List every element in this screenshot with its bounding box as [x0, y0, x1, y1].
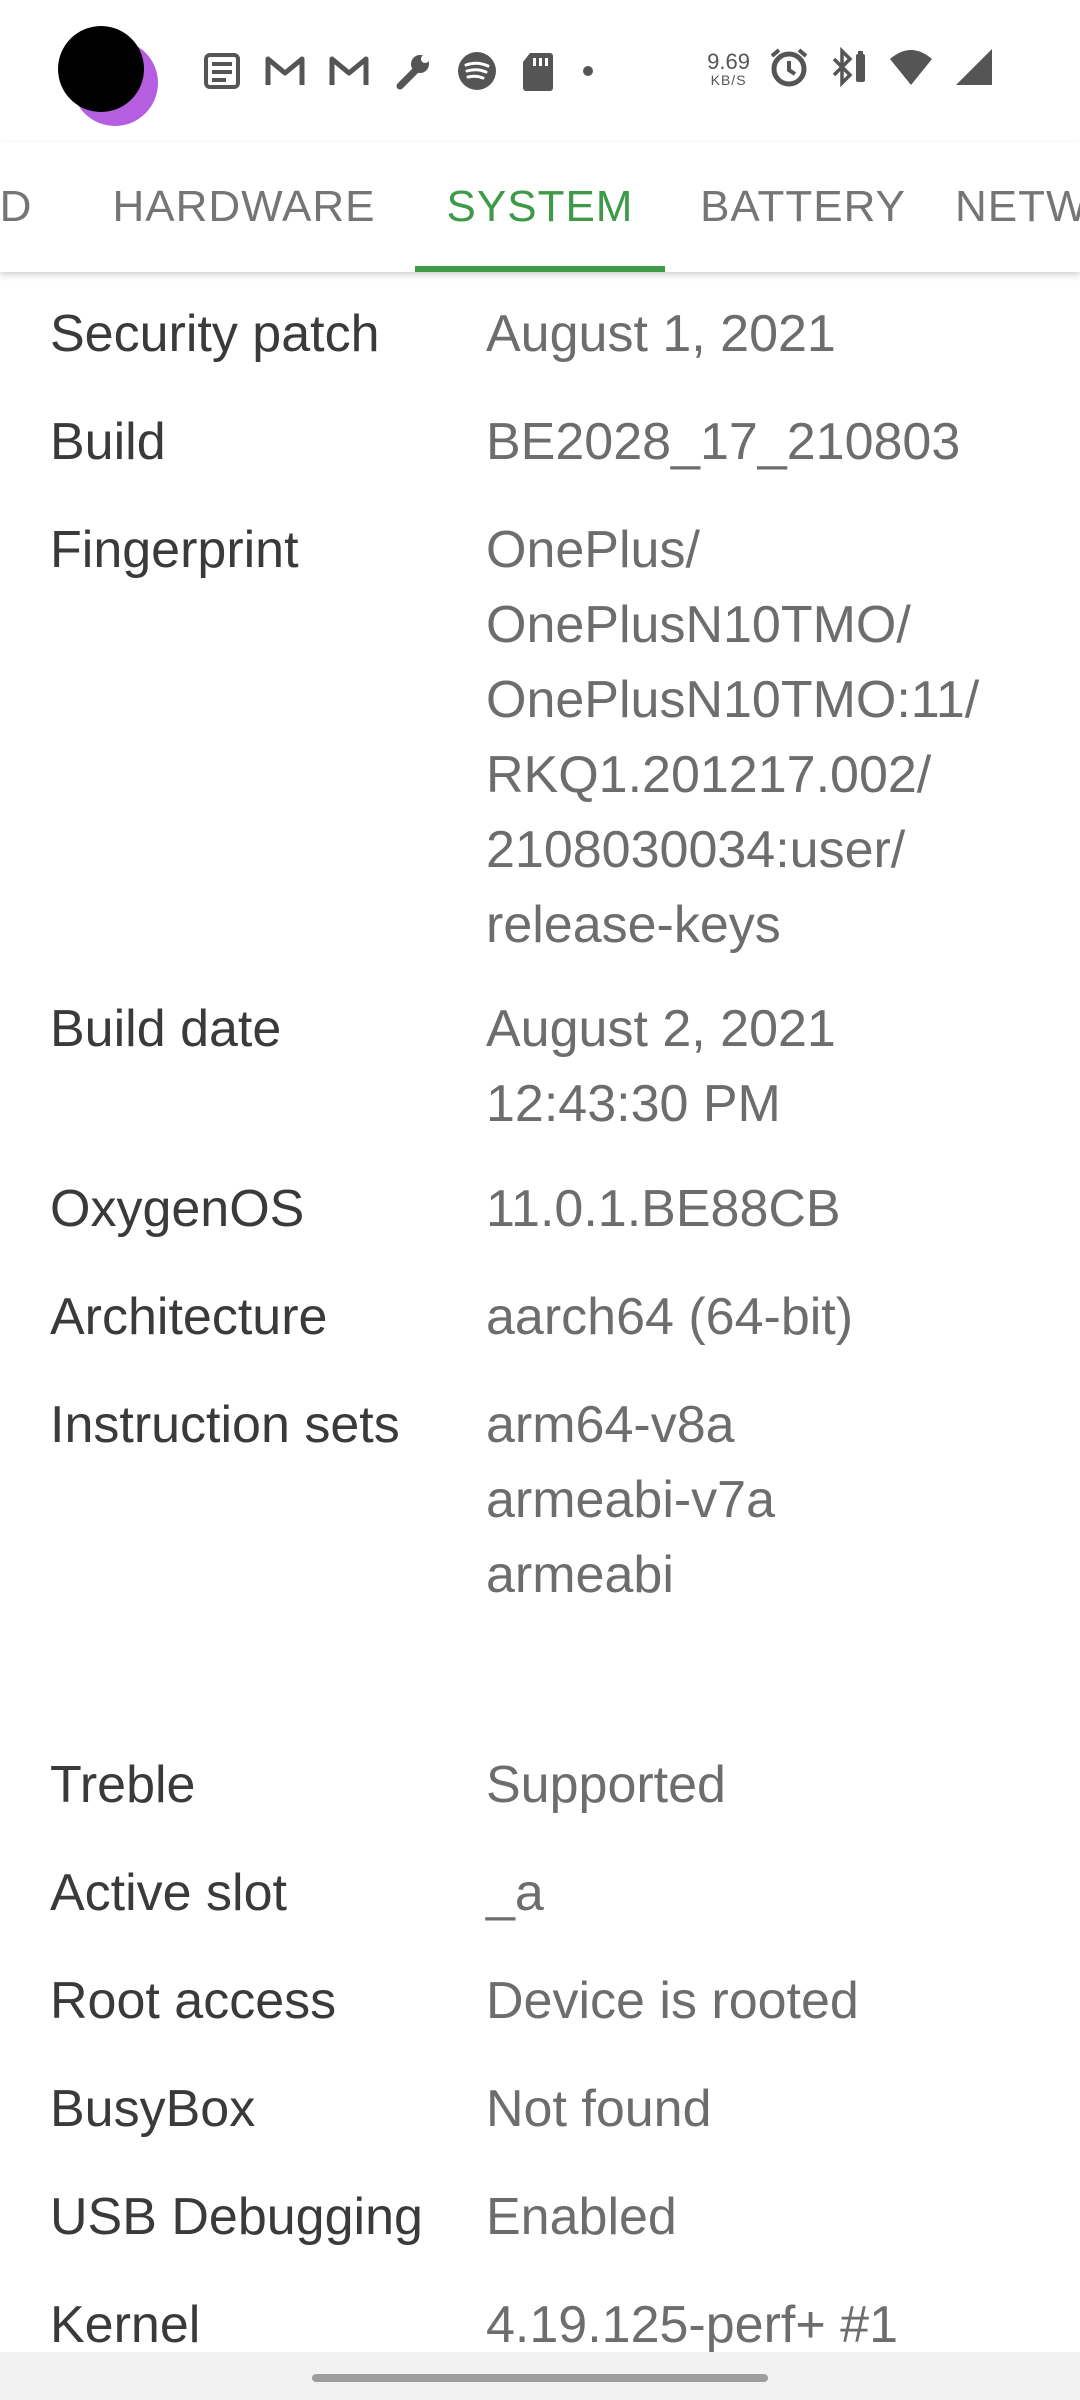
tab-bar: D HARDWARE SYSTEM BATTERY NETW: [0, 142, 1080, 272]
network-speed: 9.69 KB/S: [707, 49, 750, 88]
notification-icons: [200, 50, 598, 92]
system-status-icons: 9.69 KB/S: [707, 46, 994, 92]
status-bar: 9.69 KB/S: [0, 0, 1080, 142]
row-label: Build: [50, 413, 166, 471]
spotify-icon: [456, 50, 498, 92]
row-label: Build date: [50, 1000, 282, 1058]
gesture-handle[interactable]: [312, 2374, 768, 2382]
tab-hardware[interactable]: HARDWARE: [98, 142, 390, 272]
row-value: August 1, 2021: [486, 305, 836, 363]
row-value: OnePlus/ OnePlusN10TMO/ OnePlusN10TMO:11…: [486, 521, 980, 954]
cellular-signal-icon: [952, 47, 994, 92]
tab-system[interactable]: SYSTEM: [415, 142, 665, 272]
sd-card-icon: [520, 50, 556, 92]
row-label: Active slot: [50, 1864, 287, 1922]
row-label: USB Debugging: [50, 2188, 423, 2246]
row-value: Supported: [486, 1756, 726, 1814]
row-value: 11.0.1.BE88CB: [486, 1180, 841, 1238]
row-label: Treble: [50, 1756, 196, 1814]
wrench-icon: [392, 50, 434, 92]
tab-dashboard[interactable]: D: [0, 142, 46, 272]
network-speed-value: 9.69: [707, 49, 750, 74]
row-label: OxygenOS: [50, 1180, 305, 1238]
row-label: Instruction sets: [50, 1396, 400, 1454]
wifi-icon: [888, 47, 934, 92]
row-value: Not found: [486, 2080, 712, 2138]
system-info-list[interactable]: Security patch August 1, 2021 Build BE20…: [0, 272, 1080, 2352]
row-value: Device is rooted: [486, 1972, 859, 2030]
network-speed-unit: KB/S: [710, 72, 747, 88]
row-label: Architecture: [50, 1288, 328, 1346]
row-label: Security patch: [50, 305, 380, 363]
row-value: August 2, 2021 12:43:30 PM: [486, 1000, 836, 1133]
navigation-bar: [0, 2352, 1080, 2400]
tab-network[interactable]: NETW: [955, 142, 1080, 272]
row-value: 4.19.125-perf+ #1 SMP PREEMPT Tue Aug 3 …: [486, 2296, 898, 2352]
alarm-icon: [768, 46, 810, 93]
row-value: Enabled: [486, 2188, 677, 2246]
news-icon: [200, 51, 242, 91]
row-label: Root access: [50, 1972, 337, 2030]
row-value: arm64-v8a armeabi-v7a armeabi: [486, 1396, 776, 1604]
gmail-icon: [264, 51, 306, 91]
avatar: [58, 26, 144, 112]
tab-battery[interactable]: BATTERY: [690, 142, 916, 272]
row-value: aarch64 (64-bit): [486, 1288, 854, 1346]
row-label: Fingerprint: [50, 521, 299, 579]
dot-icon: [578, 61, 598, 81]
bluetooth-battery-icon: [828, 46, 870, 93]
gmail-icon: [328, 51, 370, 91]
row-value: _a: [486, 1864, 544, 1922]
row-label: Kernel: [50, 2296, 201, 2352]
row-value: BE2028_17_210803: [486, 413, 961, 471]
row-label: BusyBox: [50, 2080, 256, 2138]
